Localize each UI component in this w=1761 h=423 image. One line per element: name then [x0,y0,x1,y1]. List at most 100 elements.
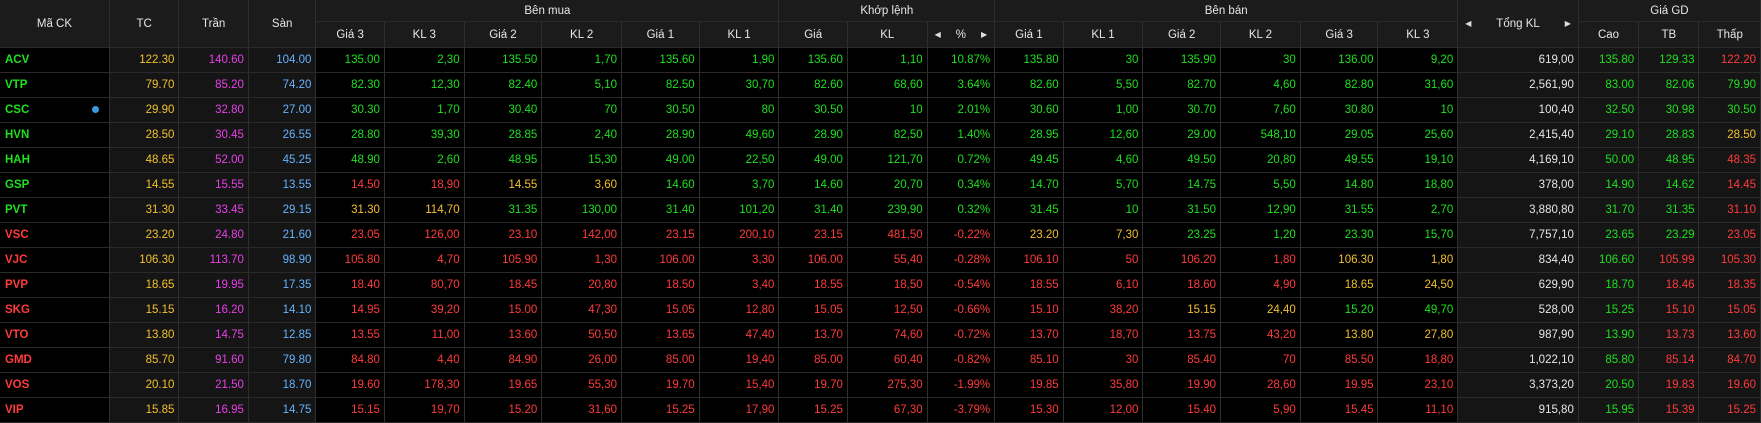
table-row[interactable]: VSC 23.20 24.80 21.60 23.05 126,00 23.10 142,00… [0,222,1761,248]
cell-sell-vol3: 31,60 [1377,72,1459,98]
arrow-left-icon[interactable]: ◀ [935,30,941,39]
table-row[interactable]: CSC 29.90 32.80 27.00 30.30 1,70 30.40 70 30.50 8… [0,97,1761,123]
table-row[interactable]: GSP 14.55 15.55 13.55 14.50 18,90 14.55 3,60 14.… [0,172,1761,198]
col-buy-price1[interactable]: Giá 1 [621,21,700,48]
cell-symbol[interactable]: VSC [0,222,110,248]
arrow-right-icon[interactable]: ▶ [981,30,987,39]
cell-sell-vol2: 20,80 [1220,147,1301,173]
table-row[interactable]: VIP 15.85 16.95 14.75 15.15 19,70 15.20 31,60 15… [0,397,1761,423]
table-row[interactable]: VJC 106.30 113.70 98.90 105.80 4,70 105.90 1,30… [0,247,1761,273]
cell-low: 84.70 [1698,347,1761,373]
cell-floor: 79.80 [248,347,317,373]
cell-ceiling: 16.95 [178,397,249,423]
table-row[interactable]: HAH 48.65 52.00 45.25 48.90 2,60 48.95 15,30 49.… [0,147,1761,173]
cell-symbol[interactable]: PVT [0,197,110,223]
arrow-left-icon[interactable]: ◀ [1465,19,1471,28]
cell-symbol[interactable]: GSP [0,172,110,198]
cell-sell-vol2: 5,50 [1220,172,1301,198]
table-row[interactable]: GMD 85.70 91.60 79.80 84.80 4,40 84.90 26,00 85.… [0,347,1761,373]
cell-symbol[interactable]: VTO [0,322,110,348]
col-floor-header[interactable]: Sàn [248,0,317,48]
col-sell-vol1[interactable]: KL 1 [1063,21,1144,48]
col-match-vol[interactable]: KL [847,21,928,48]
col-buy-price2[interactable]: Giá 2 [464,21,543,48]
cell-symbol[interactable]: HVN [0,122,110,148]
col-sell-price2[interactable]: Giá 2 [1142,21,1222,48]
col-total-volume-header[interactable]: ◀ Tổng KL ▶ [1457,0,1579,48]
cell-low: 30.50 [1698,97,1761,123]
col-sell-price1[interactable]: Giá 1 [994,21,1064,48]
cell-avg: 85.14 [1638,347,1700,373]
col-low[interactable]: Thấp [1698,21,1761,48]
cell-symbol[interactable]: ACV [0,47,110,73]
col-avg[interactable]: TB [1638,21,1700,48]
cell-match-price: 31.40 [778,197,848,223]
cell-buy-vol2: 3,60 [541,172,623,198]
table-row[interactable]: SKG 15.15 16.20 14.10 14.95 39,20 15.00 47,30 15… [0,297,1761,323]
cell-match-vol: 60,40 [847,347,928,373]
cell-sell-price2: 135.90 [1142,47,1222,73]
cell-match-vol: 20,70 [847,172,928,198]
price-board-table: Mã CK TC Trần Sàn Bên mua Khớp lệnh Bên … [0,0,1761,423]
board-rows: ACV 122.30 140.60 104.00 135.00 2,30 135.50 1,7… [0,47,1761,423]
table-row[interactable]: HVN 28.50 30.45 26.55 28.80 39,30 28.85 2,40 28.… [0,122,1761,148]
cell-buy-price2: 135.50 [464,47,543,73]
cell-symbol[interactable]: VTP [0,72,110,98]
col-match-price[interactable]: Giá [778,21,848,48]
cell-avg: 23.29 [1638,222,1700,248]
table-row[interactable]: PVP 18.65 19.95 17.35 18.40 80,70 18.45 20,80 18… [0,272,1761,298]
cell-total-volume: 3,373,20 [1457,372,1579,398]
cell-buy-price1: 19.70 [621,372,700,398]
cell-match-price: 23.15 [778,222,848,248]
cell-buy-vol1: 12,80 [699,297,780,323]
cell-buy-price3: 15.15 [315,397,385,423]
cell-symbol[interactable]: SKG [0,297,110,323]
col-match-pct[interactable]: ◀ % ▶ [927,21,996,48]
cell-buy-price3: 30.30 [315,97,385,123]
cell-symbol[interactable]: GMD [0,347,110,373]
cell-symbol[interactable]: PVP [0,272,110,298]
cell-reference: 28.50 [109,122,180,148]
cell-sell-vol2: 1,80 [1220,247,1301,273]
cell-ceiling: 19.95 [178,272,249,298]
col-buy-vol2[interactable]: KL 2 [541,21,623,48]
cell-buy-price1: 23.15 [621,222,700,248]
cell-symbol[interactable]: VIP [0,397,110,423]
cell-buy-vol3: 12,30 [384,72,465,98]
cell-symbol[interactable]: CSC [0,97,110,123]
cell-buy-vol3: 4,70 [384,247,465,273]
arrow-right-icon[interactable]: ▶ [1565,19,1571,28]
col-buy-vol1[interactable]: KL 1 [699,21,780,48]
col-reference-header[interactable]: TC [109,0,180,48]
cell-symbol[interactable]: VOS [0,372,110,398]
cell-symbol[interactable]: HAH [0,147,110,173]
col-buy-vol3[interactable]: KL 3 [384,21,465,48]
cell-buy-vol3: 1,70 [384,97,465,123]
col-sell-vol3[interactable]: KL 3 [1377,21,1459,48]
col-sell-price3[interactable]: Giá 3 [1300,21,1379,48]
col-high[interactable]: Cao [1578,21,1640,48]
table-row[interactable]: VTO 13.80 14.75 12.85 13.55 11,00 13.60 50,50 13… [0,322,1761,348]
col-symbol-header[interactable]: Mã CK [0,0,110,48]
table-row[interactable]: PVT 31.30 33.45 29.15 31.30 114,70 31.35 130,00… [0,197,1761,223]
col-sell-vol2[interactable]: KL 2 [1220,21,1301,48]
col-ceiling-header[interactable]: Trần [178,0,249,48]
cell-symbol[interactable]: VJC [0,247,110,273]
table-row[interactable]: VTP 79.70 85.20 74.20 82.30 12,30 82.40 5,10 82.… [0,72,1761,98]
info-icon[interactable] [91,106,99,113]
table-row[interactable]: VOS 20.10 21.50 18.70 19.60 178,30 19.65 55,30 1… [0,372,1761,398]
cell-match-vol: 10 [847,97,928,123]
cell-buy-price1: 31.40 [621,197,700,223]
cell-sell-price1: 15.30 [994,397,1064,423]
table-row[interactable]: ACV 122.30 140.60 104.00 135.00 2,30 135.50 1,7… [0,47,1761,73]
col-buy-price3[interactable]: Giá 3 [315,21,385,48]
cell-buy-price1: 135.60 [621,47,700,73]
cell-buy-vol3: 178,30 [384,372,465,398]
cell-match-price: 13.70 [778,322,848,348]
cell-buy-price1: 28.90 [621,122,700,148]
cell-buy-price3: 14.50 [315,172,385,198]
cell-match-vol: 55,40 [847,247,928,273]
cell-floor: 98.90 [248,247,317,273]
cell-floor: 21.60 [248,222,317,248]
cell-sell-vol3: 27,80 [1377,322,1459,348]
